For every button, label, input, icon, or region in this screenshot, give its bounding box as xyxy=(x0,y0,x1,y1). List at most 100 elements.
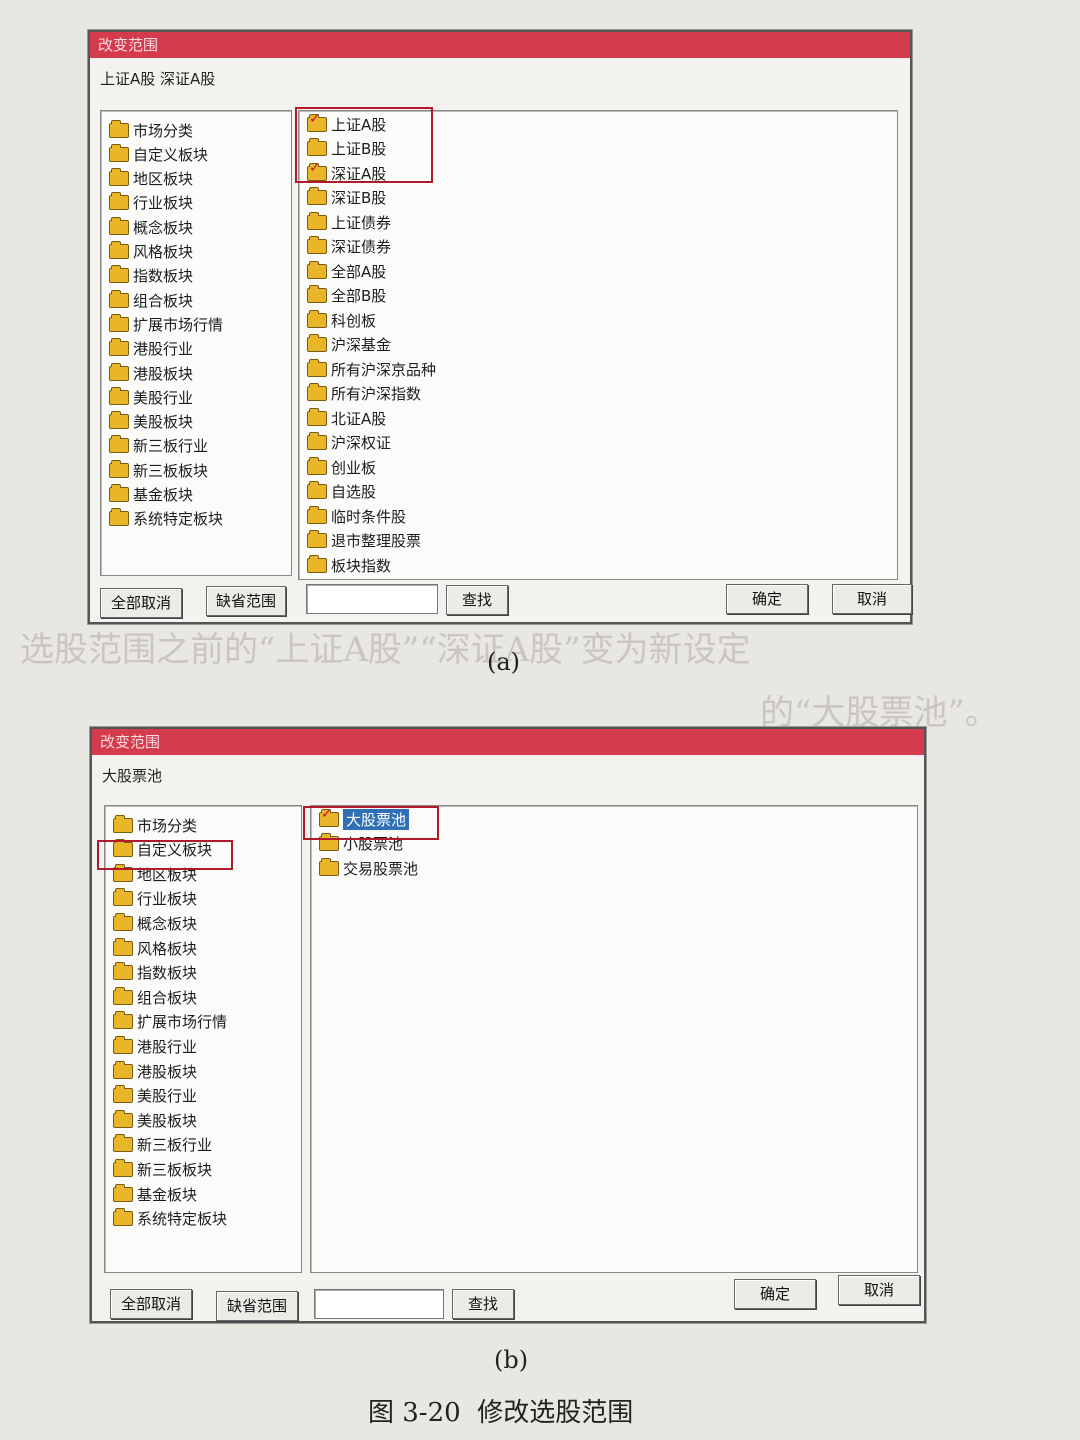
board-item[interactable]: 上证债券 xyxy=(307,211,391,233)
board-list-pane[interactable]: ✓ 大股票池 小股票池 交易股票池 xyxy=(310,805,918,1273)
item-label: 扩展市场行情 xyxy=(133,315,224,334)
tree-item[interactable]: 市场分类 xyxy=(109,119,193,141)
board-item[interactable]: 沪深权证 xyxy=(307,432,391,454)
tree-item[interactable]: 地区板块 xyxy=(109,168,193,190)
board-item[interactable]: 全部A股 xyxy=(307,260,386,282)
tree-item[interactable]: 组合板块 xyxy=(113,986,197,1008)
item-label: 行业板块 xyxy=(137,890,198,909)
tree-item[interactable]: 指数板块 xyxy=(109,265,193,287)
folder-icon xyxy=(109,265,129,284)
folder-icon xyxy=(109,289,129,308)
tree-item[interactable]: 风格板块 xyxy=(113,937,197,959)
board-item[interactable]: 沪深基金 xyxy=(307,334,391,356)
tree-item[interactable]: 风格板块 xyxy=(109,241,193,263)
tree-item[interactable]: 港股板块 xyxy=(109,362,193,384)
tree-item[interactable]: 新三板板块 xyxy=(113,1158,212,1180)
board-item[interactable]: 所有沪深指数 xyxy=(307,383,421,405)
find-button[interactable]: 查找 xyxy=(446,585,508,615)
item-label: 沪深权证 xyxy=(331,434,392,452)
item-label: 组合板块 xyxy=(137,988,198,1007)
folder-icon xyxy=(113,814,133,833)
folder-icon xyxy=(307,334,327,352)
folder-icon xyxy=(113,1134,133,1153)
folder-icon xyxy=(307,236,327,254)
tree-item[interactable]: 美股板块 xyxy=(113,1109,197,1131)
cancel-button[interactable]: 取消 xyxy=(838,1275,920,1305)
item-label: 组合板块 xyxy=(133,291,194,310)
tree-item[interactable]: 新三板板块 xyxy=(109,459,208,481)
tree-item[interactable]: 扩展市场行情 xyxy=(113,1011,227,1033)
item-label: 港股行业 xyxy=(137,1037,198,1056)
tree-item[interactable]: 扩展市场行情 xyxy=(109,313,223,335)
folder-icon xyxy=(109,484,129,502)
item-label: 美股板块 xyxy=(137,1111,198,1130)
item-label: 美股行业 xyxy=(133,388,194,407)
board-item[interactable]: 北证A股 xyxy=(307,407,386,429)
board-item[interactable]: 深证B股 xyxy=(307,187,386,209)
item-label: 市场分类 xyxy=(137,816,198,835)
folder-icon xyxy=(113,937,133,956)
folder-icon xyxy=(109,411,129,430)
item-label: 北证A股 xyxy=(331,409,387,428)
caption-b: (b) xyxy=(494,1346,529,1374)
folder-icon xyxy=(113,1158,133,1177)
board-item[interactable]: 所有沪深京品种 xyxy=(307,358,436,380)
board-item[interactable]: 深证债券 xyxy=(307,236,391,258)
board-item[interactable]: 退市整理股票 xyxy=(307,530,421,552)
find-button[interactable]: 查找 xyxy=(452,1289,514,1319)
item-label: 指数板块 xyxy=(137,964,198,983)
tree-item[interactable]: 新三板行业 xyxy=(113,1134,212,1156)
item-label: 港股行业 xyxy=(133,340,194,359)
tree-item[interactable]: 港股行业 xyxy=(113,1035,197,1057)
tree-item[interactable]: 美股行业 xyxy=(109,386,193,408)
clear-all-button[interactable]: 全部取消 xyxy=(100,588,182,618)
folder-icon xyxy=(307,481,327,499)
ok-button[interactable]: 确定 xyxy=(726,584,808,614)
tree-item[interactable]: 概念板块 xyxy=(113,912,197,934)
tree-item[interactable]: 组合板块 xyxy=(109,289,193,311)
tree-item[interactable]: 美股板块 xyxy=(109,411,193,433)
tree-item[interactable]: 指数板块 xyxy=(113,962,197,984)
category-tree-pane[interactable]: 市场分类 自定义板块 地区板块 行业板块 概念板块 风格板块 指数板块 组合板块 扩展市场行情港… xyxy=(100,110,292,576)
folder-icon xyxy=(307,285,327,303)
clear-all-button[interactable]: 全部取消 xyxy=(110,1289,192,1319)
ok-button[interactable]: 确定 xyxy=(734,1279,816,1309)
tree-item[interactable]: 新三板行业 xyxy=(109,435,208,457)
cancel-button[interactable]: 取消 xyxy=(832,584,912,614)
tree-item[interactable]: 概念板块 xyxy=(109,216,193,238)
tree-item[interactable]: 港股板块 xyxy=(113,1060,197,1082)
folder-icon xyxy=(109,192,129,211)
board-item[interactable]: 自选股 xyxy=(307,481,376,503)
folder-icon xyxy=(113,962,133,981)
search-input[interactable] xyxy=(314,1289,444,1319)
board-item[interactable]: 临时条件股 xyxy=(307,505,406,527)
category-tree-pane[interactable]: 市场分类 自定义板块 地区板块 行业板块 概念板块 风格板块 指数板块 组合板块 扩展市场行情港… xyxy=(104,805,302,1273)
tree-item[interactable]: 港股行业 xyxy=(109,338,193,360)
item-label: 系统特定板块 xyxy=(137,1210,228,1229)
default-range-button[interactable]: 缺省范围 xyxy=(206,586,286,616)
tree-item[interactable]: 基金板块 xyxy=(109,484,193,506)
board-item[interactable]: 全部B股 xyxy=(307,285,386,307)
board-item[interactable]: 科创板 xyxy=(307,309,376,331)
item-label: 风格板块 xyxy=(137,939,198,958)
folder-icon xyxy=(307,260,327,279)
board-item[interactable]: 创业板 xyxy=(307,456,376,478)
search-input[interactable] xyxy=(306,584,438,614)
default-range-button[interactable]: 缺省范围 xyxy=(216,1291,298,1321)
board-item[interactable]: 交易股票池 xyxy=(319,857,418,879)
folder-icon xyxy=(113,1208,133,1227)
tree-item[interactable]: 自定义板块 xyxy=(109,143,208,165)
tree-item[interactable]: 系统特定板块 xyxy=(109,508,223,530)
caption-a: (a) xyxy=(487,648,521,676)
folder-icon xyxy=(307,505,327,524)
board-item[interactable]: 板块指数 xyxy=(307,554,391,576)
tree-item[interactable]: 基金板块 xyxy=(113,1183,197,1205)
tree-item[interactable]: 行业板块 xyxy=(113,888,197,910)
tree-item[interactable]: 行业板块 xyxy=(109,192,193,214)
item-label: 概念板块 xyxy=(137,914,198,933)
tree-item[interactable]: 系统特定板块 xyxy=(113,1208,227,1230)
item-label: 美股行业 xyxy=(137,1087,198,1106)
tree-item[interactable]: 市场分类 xyxy=(113,814,197,836)
folder-icon xyxy=(109,313,129,332)
tree-item[interactable]: 美股行业 xyxy=(113,1085,197,1107)
